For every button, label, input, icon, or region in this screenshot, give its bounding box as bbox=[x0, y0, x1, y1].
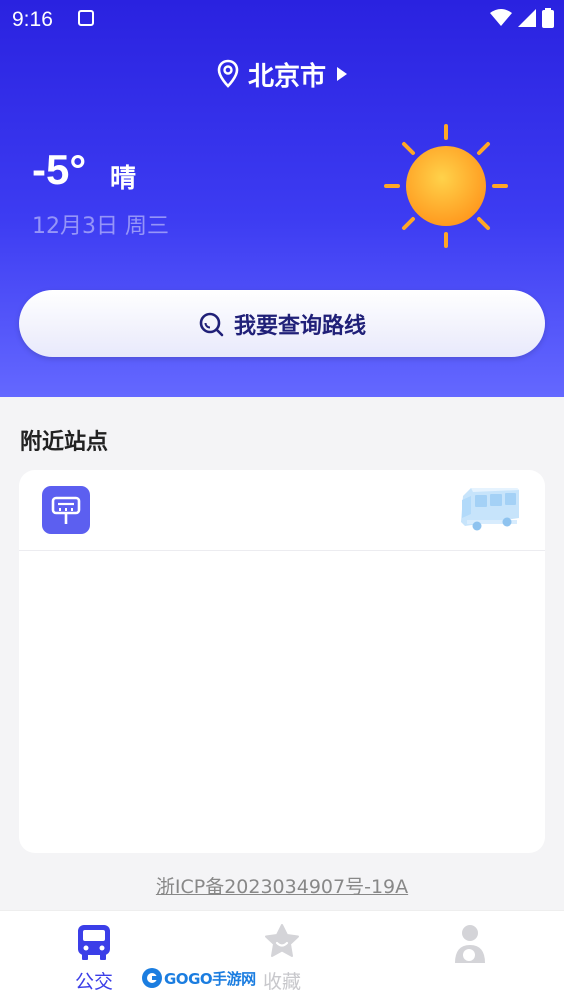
city-name: 北京市 bbox=[247, 61, 326, 92]
search-icon bbox=[199, 312, 224, 336]
city-selector[interactable]: 北京市 bbox=[0, 56, 564, 92]
tab-profile[interactable] bbox=[376, 911, 564, 1005]
weather-condition: 晴 bbox=[110, 164, 137, 194]
tab-favorites[interactable]: 收藏 bbox=[188, 911, 376, 1005]
nearby-stops-title: 附近站点 bbox=[20, 430, 109, 455]
watermark-text: GOGO手游网 bbox=[164, 969, 256, 988]
notification-icon bbox=[78, 10, 94, 26]
search-route-button[interactable]: 我要查询路线 bbox=[19, 290, 545, 357]
gogo-watermark-logo: GOGO手游网 bbox=[140, 966, 256, 990]
status-bar: 9:16 bbox=[0, 0, 564, 38]
bottom-tab-bar: 公交 收藏 bbox=[0, 910, 564, 1005]
battery-icon bbox=[542, 8, 554, 28]
nearby-stop-row[interactable] bbox=[19, 470, 545, 551]
search-route-label: 我要查询路线 bbox=[233, 313, 366, 339]
triangle-right-icon bbox=[337, 67, 347, 81]
tab-bus[interactable]: 公交 bbox=[0, 911, 188, 1005]
date-text: 12月3日 周三 bbox=[32, 214, 169, 239]
temperature: -5° bbox=[32, 146, 87, 193]
bus-stop-icon bbox=[42, 486, 90, 534]
user-icon bbox=[455, 925, 485, 963]
wifi-icon bbox=[490, 9, 512, 26]
star-icon bbox=[265, 924, 299, 957]
weather-header: 9:16 北京市 -5° 晴 12月3日 周三 我要查询路线 bbox=[0, 0, 564, 397]
sun-icon bbox=[384, 124, 508, 248]
status-time: 9:16 bbox=[12, 8, 53, 31]
bus-icon bbox=[78, 925, 110, 960]
bus-illustration-icon bbox=[461, 488, 519, 531]
location-pin-icon bbox=[217, 59, 239, 88]
nearby-stops-card bbox=[19, 470, 545, 853]
gogo-logo-icon bbox=[142, 968, 162, 988]
status-icons bbox=[490, 8, 554, 28]
icp-license-link[interactable]: 浙ICP备2023034907号-19A bbox=[0, 872, 564, 899]
signal-icon bbox=[518, 9, 536, 27]
